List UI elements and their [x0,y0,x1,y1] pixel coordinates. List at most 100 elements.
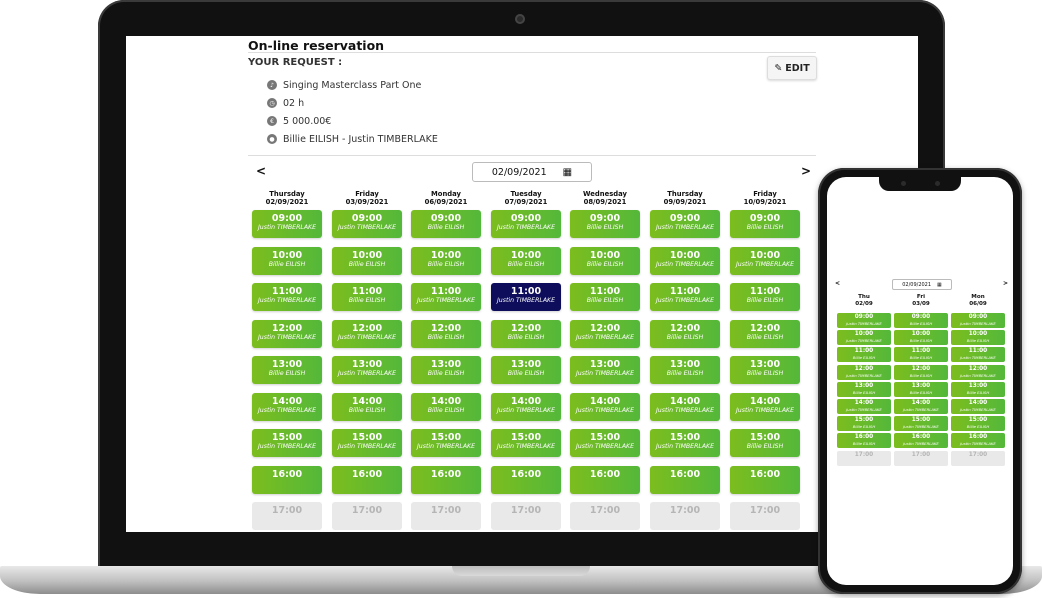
time-slot[interactable]: 10:00 Justin TIMBERLAKE [730,246,800,275]
slot-time: 15:00 [669,432,701,443]
time-slot[interactable]: 11:00 Billie EILISH [730,283,800,311]
phone-time-slot[interactable]: 14:00 Justin TIMBERLAKE [894,399,948,414]
time-slot[interactable]: 12:00 Justin TIMBERLAKE [570,319,640,348]
phone-next-button[interactable]: > [1003,280,1008,287]
time-slot[interactable]: 13:00 Billie EILISH [491,356,561,384]
time-slot-unavailable: 17:00 [570,502,640,530]
time-slot[interactable]: 11:00 Justin TIMBERLAKE [411,283,481,311]
time-slot[interactable]: 16:00 [332,465,402,494]
next-week-button[interactable]: > [801,164,811,178]
time-slot[interactable]: 11:00 Billie EILISH [332,283,402,311]
time-slot[interactable]: 09:00 Billie EILISH [411,210,481,238]
phone-date-picker-input[interactable]: 02/09/2021 ▦ [892,279,952,290]
phone-time-slot[interactable]: 12:00 Billie EILISH [894,364,948,380]
slot-time: 12:00 [749,322,781,334]
phone-time-slot[interactable]: 13:00 Billie EILISH [837,381,891,397]
time-slot[interactable]: 14:00 Billie EILISH [332,392,402,421]
time-slot[interactable]: 10:00 Billie EILISH [332,246,402,275]
phone-time-slot[interactable]: 09:00 Justin TIMBERLAKE [951,313,1005,328]
time-slot[interactable]: 16:00 [491,465,561,494]
time-slot[interactable]: 16:00 [570,465,640,494]
phone-time-slot[interactable]: 13:00 Billie EILISH [951,381,1005,397]
phone-time-slot[interactable]: 12:00 Justin TIMBERLAKE [837,364,891,380]
slot-staff: Billie EILISH [507,260,545,268]
phone-time-slot[interactable]: 10:00 Billie EILISH [951,330,1005,346]
phone-time-slot[interactable]: 11:00 Billie EILISH [894,347,948,363]
time-slot[interactable]: 14:00 Justin TIMBERLAKE [730,392,800,421]
time-slot[interactable]: 09:00 Billie EILISH [570,210,640,238]
previous-week-button[interactable]: < [256,164,266,178]
phone-time-slot[interactable]: 11:00 Justin TIMBERLAKE [951,347,1005,363]
time-slot[interactable]: 09:00 Justin TIMBERLAKE [252,210,322,238]
phone-time-slot[interactable]: 16:00 Justin TIMBERLAKE [894,433,948,449]
phone-time-slot[interactable]: 16:00 Billie EILISH [837,433,891,449]
time-slot[interactable]: 14:00 Justin TIMBERLAKE [252,392,322,421]
date-picker-input[interactable]: 02/09/2021 ▦ [472,162,592,182]
phone-previous-button[interactable]: < [835,280,840,287]
phone-time-slot[interactable]: 09:00 Billie EILISH [894,313,948,328]
time-slot[interactable]: 13:00 Justin TIMBERLAKE [332,356,402,384]
time-slot[interactable]: 15:00 Justin TIMBERLAKE [411,429,481,457]
phone-time-slot[interactable]: 15:00 Billie EILISH [951,416,1005,432]
time-slot[interactable]: 11:00 Justin TIMBERLAKE [650,283,720,311]
time-slot[interactable]: 10:00 Billie EILISH [570,246,640,275]
phone-time-slot[interactable]: 14:00 Justin TIMBERLAKE [837,399,891,414]
phone-time-slot[interactable]: 12:00 Justin TIMBERLAKE [951,364,1005,380]
time-slot[interactable]: 10:00 Justin TIMBERLAKE [650,246,720,275]
slot-staff: Justin TIMBERLAKE [735,406,795,414]
time-slot[interactable]: 16:00 [730,465,800,494]
slot-staff: Justin TIMBERLAKE [655,406,715,414]
time-slot[interactable]: 12:00 Billie EILISH [411,319,481,348]
phone-time-slot[interactable]: 15:00 Justin TIMBERLAKE [894,416,948,432]
phone-time-slot[interactable]: 16:00 Justin TIMBERLAKE [951,433,1005,449]
time-slot[interactable]: 09:00 Justin TIMBERLAKE [491,210,561,238]
phone-time-slot[interactable]: 10:00 Justin TIMBERLAKE [837,330,891,346]
day-date: 03/09/2021 [345,198,389,206]
time-slot[interactable]: 10:00 Billie EILISH [252,246,322,275]
time-slot[interactable]: 09:00 Justin TIMBERLAKE [650,210,720,238]
request-price: € 5 000.00€ [267,112,438,130]
time-slot[interactable]: 09:00 Billie EILISH [730,210,800,238]
time-slot[interactable]: 16:00 [252,465,322,494]
time-slot[interactable]: 12:00 Billie EILISH [491,319,561,348]
phone-time-slot[interactable]: 10:00 Billie EILISH [894,330,948,346]
slot-staff: Billie EILISH [666,333,704,341]
time-slot[interactable]: 12:00 Justin TIMBERLAKE [332,319,402,348]
time-slot[interactable]: 11:00 Justin TIMBERLAKE [252,283,322,311]
time-slot[interactable]: 11:00 Justin TIMBERLAKE [491,283,561,311]
phone-calendar-icon[interactable]: ▦ [937,282,942,288]
time-slot[interactable]: 13:00 Billie EILISH [650,356,720,384]
time-slot[interactable]: 09:00 Justin TIMBERLAKE [332,210,402,238]
time-slot[interactable]: 15:00 Justin TIMBERLAKE [650,429,720,457]
time-slot[interactable]: 10:00 Billie EILISH [491,246,561,275]
phone-time-slot[interactable]: 15:00 Billie EILISH [837,416,891,432]
slot-staff: Billie EILISH [348,406,386,414]
time-slot[interactable]: 15:00 Justin TIMBERLAKE [570,429,640,457]
time-slot[interactable]: 14:00 Justin TIMBERLAKE [491,392,561,421]
time-slot[interactable]: 12:00 Billie EILISH [730,319,800,348]
time-slot[interactable]: 16:00 [650,465,720,494]
phone-time-slot[interactable]: 13:00 Billie EILISH [894,381,948,397]
phone-time-slot[interactable]: 11:00 Billie EILISH [837,347,891,363]
time-slot[interactable]: 14:00 Justin TIMBERLAKE [650,392,720,421]
time-slot[interactable]: 15:00 Billie EILISH [730,429,800,457]
time-slot[interactable]: 15:00 Justin TIMBERLAKE [491,429,561,457]
time-slot[interactable]: 14:00 Billie EILISH [411,392,481,421]
time-slot[interactable]: 11:00 Billie EILISH [570,283,640,311]
time-slot[interactable]: 10:00 Billie EILISH [411,246,481,275]
time-slot[interactable]: 12:00 Billie EILISH [650,319,720,348]
day-date: 02/09/2021 [265,198,309,206]
time-slot[interactable]: 15:00 Justin TIMBERLAKE [252,429,322,457]
edit-button[interactable]: ✎ EDIT [767,56,817,80]
time-slot[interactable]: 13:00 Billie EILISH [730,356,800,384]
phone-time-slot[interactable]: 09:00 Justin TIMBERLAKE [837,313,891,328]
time-slot[interactable]: 16:00 [411,465,481,494]
time-slot[interactable]: 13:00 Billie EILISH [411,356,481,384]
calendar-icon[interactable]: ▦ [563,167,572,178]
time-slot[interactable]: 12:00 Justin TIMBERLAKE [252,319,322,348]
time-slot[interactable]: 14:00 Justin TIMBERLAKE [570,392,640,421]
time-slot[interactable]: 15:00 Justin TIMBERLAKE [332,429,402,457]
time-slot[interactable]: 13:00 Justin TIMBERLAKE [570,356,640,384]
time-slot[interactable]: 13:00 Billie EILISH [252,356,322,384]
phone-time-slot[interactable]: 14:00 Justin TIMBERLAKE [951,399,1005,414]
